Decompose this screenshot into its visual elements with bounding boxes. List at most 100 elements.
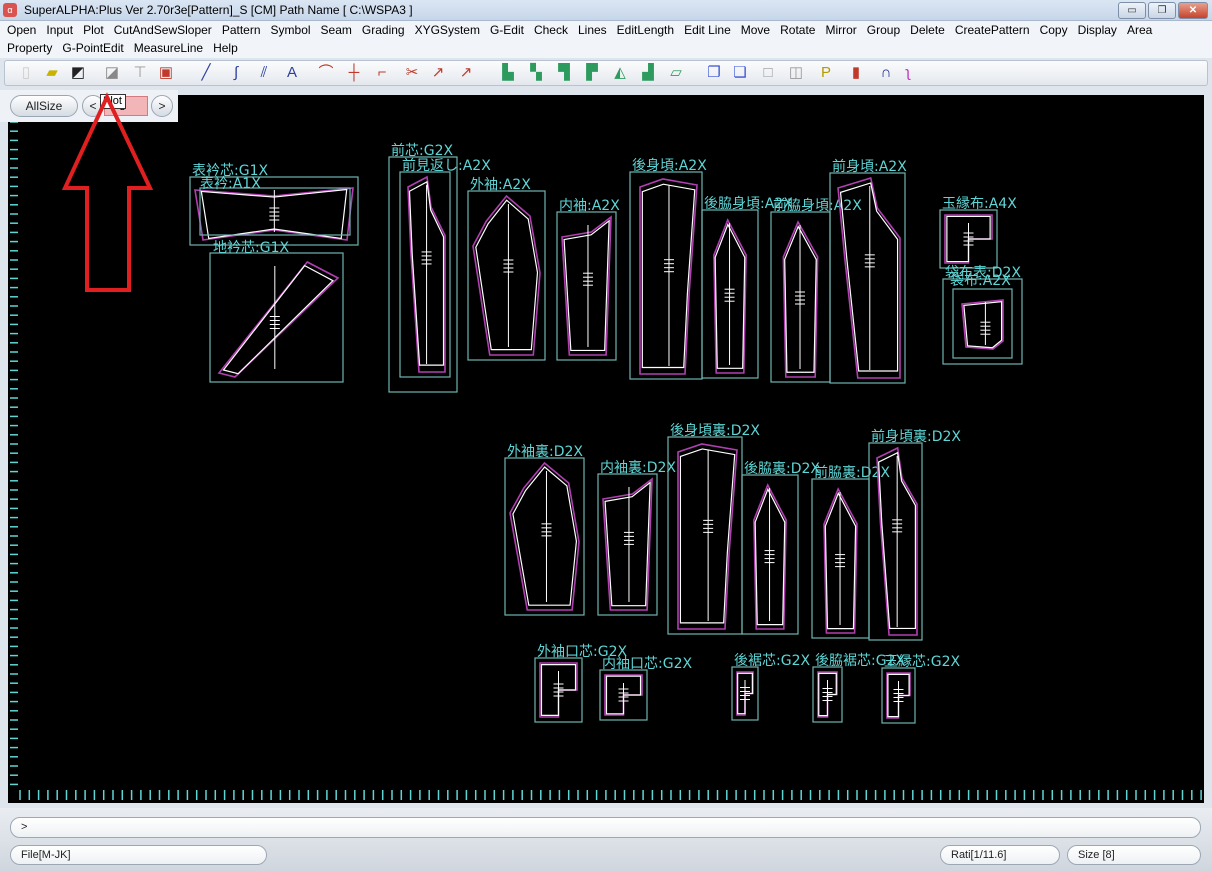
menu-seam[interactable]: Seam <box>321 23 352 37</box>
piece-seam-outline[interactable] <box>472 194 541 356</box>
save-disk-icon[interactable]: ◩ <box>69 64 87 82</box>
menu-g-pointedit[interactable]: G-PointEdit <box>62 41 123 55</box>
piece-label[interactable]: 玉縁布:A4X <box>942 196 1017 212</box>
text-icon[interactable]: A <box>283 64 301 82</box>
command-input[interactable]: > <box>10 817 1201 838</box>
piece-label[interactable]: 内袖:A2X <box>559 198 620 214</box>
menu-area[interactable]: Area <box>1127 23 1152 37</box>
menu-plot[interactable]: Plot <box>83 23 104 37</box>
piece-label[interactable]: 袋布:A2X <box>950 273 1011 289</box>
double-frame-icon[interactable]: ◫ <box>787 64 805 82</box>
menu-symbol[interactable]: Symbol <box>271 23 311 37</box>
minimize-button[interactable]: ▭ <box>1118 2 1146 19</box>
next-size-button[interactable]: > <box>151 95 173 117</box>
piece-6-icon[interactable]: ▟ <box>639 64 657 82</box>
piece-label[interactable]: 内袖口芯:G2X <box>602 656 692 672</box>
menu-xygsystem[interactable]: XYGSystem <box>415 23 480 37</box>
arc-icon[interactable]: ⌒ <box>317 64 335 82</box>
menu-edit-line[interactable]: Edit Line <box>684 23 731 37</box>
piece-label[interactable]: 前見返し:A2X <box>402 157 491 174</box>
extend-arrow-2-icon[interactable]: ↗ <box>457 64 475 82</box>
status-file: File[M-JK] <box>10 845 267 865</box>
menu-display[interactable]: Display <box>1078 23 1117 37</box>
menu-property[interactable]: Property <box>7 41 52 55</box>
piece-label[interactable]: 表衿:A1X <box>200 176 261 192</box>
piece-label[interactable]: 後身頃裏:D2X <box>670 422 760 439</box>
piece-label[interactable]: 前身頃裏:D2X <box>871 428 961 445</box>
menu-mirror[interactable]: Mirror <box>825 23 856 37</box>
menu-copy[interactable]: Copy <box>1040 23 1068 37</box>
piece-3-icon[interactable]: ▜ <box>555 64 573 82</box>
window-title: SuperALPHA:Plus Ver 2.70r3e[Pattern]_S [… <box>24 3 413 17</box>
piece-5-icon[interactable]: ◭ <box>611 64 629 82</box>
piece-2-icon[interactable]: ▚ <box>527 64 545 82</box>
plotter-icon[interactable]: ⊤ <box>131 64 149 82</box>
menu-cutandsewsloper[interactable]: CutAndSewSloper <box>114 23 212 37</box>
menu-createpattern[interactable]: CreatePattern <box>955 23 1030 37</box>
menu-help[interactable]: Help <box>213 41 238 55</box>
piece-bounding-box[interactable] <box>209 252 344 383</box>
piece-outline[interactable] <box>963 301 1003 349</box>
piece-label[interactable]: 玉縁芯:G2X <box>884 654 960 670</box>
menu-editlength[interactable]: EditLength <box>617 23 674 37</box>
layer-icon[interactable]: ❐ <box>705 64 723 82</box>
menu-grading[interactable]: Grading <box>362 23 405 37</box>
eraser-icon[interactable]: ▱ <box>667 64 685 82</box>
piece-label[interactable]: 地衿芯:G1X <box>213 240 289 256</box>
parallel-line-icon[interactable]: ⫽ <box>255 64 273 82</box>
status-area: > File[M-JK] Rati[1/11.6] Size [8] <box>0 808 1212 871</box>
outline-icon[interactable]: ∩ <box>877 64 895 82</box>
scissors-icon[interactable]: ✂ <box>403 64 421 82</box>
menu-input[interactable]: Input <box>46 23 73 37</box>
cross-line-icon[interactable]: ┼ <box>345 64 363 82</box>
piece-label[interactable]: 後脇裏:D2X <box>744 460 820 477</box>
menu-g-edit[interactable]: G-Edit <box>490 23 524 37</box>
menu-lines[interactable]: Lines <box>578 23 607 37</box>
menu-move[interactable]: Move <box>741 23 770 37</box>
piece-label[interactable]: 内袖裏:D2X <box>600 459 676 476</box>
angle-line-icon[interactable]: ⌐ <box>373 64 391 82</box>
pattern-canvas[interactable]: 表衿芯:G1X 表衿:A1X 地衿芯:G1X 前芯:G2X 前見返し:A2X 外袖:A2X… <box>8 95 1204 803</box>
piece-seam-outline[interactable] <box>509 461 580 611</box>
grade-outline-icon[interactable]: ʅ <box>899 64 917 82</box>
extend-arrow-icon[interactable]: ↗ <box>429 64 447 82</box>
piece-label[interactable]: 後身頃:A2X <box>632 158 707 174</box>
menu-row-2: Property G-PointEdit MeasureLine Help <box>7 41 248 55</box>
curve-icon[interactable]: ∫ <box>227 64 245 82</box>
pac-icon[interactable]: P <box>817 64 835 82</box>
piece-label[interactable]: 前芯:G2X <box>391 142 453 159</box>
toolbar: ▯ ▰ ◩ ◪ ⊤ ▣ ╱ ∫ ⫽ A ⌒ ┼ ⌐ ✂ ↗ ↗ ▙ ▚ ▜ ▛ ◭ ▟ ▱ ❐ ❏ □ ◫ P ▮ ∩ ʅ <box>4 60 1208 86</box>
menu-pattern[interactable]: Pattern <box>222 23 261 37</box>
piece-seam-outline[interactable] <box>217 260 340 378</box>
menu-measureline[interactable]: MeasureLine <box>134 41 203 55</box>
menu-check[interactable]: Check <box>534 23 568 37</box>
all-size-button[interactable]: AllSize <box>10 95 78 117</box>
menu-rotate[interactable]: Rotate <box>780 23 815 37</box>
menu-open[interactable]: Open <box>7 23 36 37</box>
line-icon[interactable]: ╱ <box>197 64 215 82</box>
piece-1-icon[interactable]: ▙ <box>499 64 517 82</box>
menu-delete[interactable]: Delete <box>910 23 945 37</box>
open-folder-icon[interactable]: ▰ <box>43 64 61 82</box>
piece-label[interactable]: 外袖裏:D2X <box>507 443 583 460</box>
piece-outline[interactable] <box>222 264 334 375</box>
bottle-icon[interactable]: ▮ <box>847 64 865 82</box>
piece-bounding-box[interactable] <box>942 278 1023 365</box>
piece-4-icon[interactable]: ▛ <box>583 64 601 82</box>
pattern-drawing[interactable]: 表衿芯:G1X表衿:A1X地衿芯:G1X前芯:G2X前見返し:A2X外袖:A2X… <box>8 95 1204 803</box>
piece-label[interactable]: 外袖:A2X <box>470 177 531 193</box>
menu-group[interactable]: Group <box>867 23 900 37</box>
plot-icon[interactable]: ◪ <box>103 64 121 82</box>
piece-bounding-box[interactable] <box>399 171 451 378</box>
piece-bounding-box[interactable] <box>388 156 458 393</box>
restore-button[interactable]: ❐ <box>1148 2 1176 19</box>
layers-icon[interactable]: ❏ <box>731 64 749 82</box>
page-icon[interactable]: ▣ <box>157 64 175 82</box>
new-file-icon[interactable]: ▯ <box>17 64 35 82</box>
close-button[interactable]: ✕ <box>1178 2 1208 19</box>
piece-label[interactable]: 前身頃:A2X <box>832 158 907 175</box>
piece-label[interactable]: 後裾芯:G2X <box>734 653 810 669</box>
piece-seam-outline[interactable] <box>961 299 1004 350</box>
frame-icon[interactable]: □ <box>759 64 777 82</box>
piece-label[interactable]: 前脇身頃:A2X <box>773 197 862 214</box>
